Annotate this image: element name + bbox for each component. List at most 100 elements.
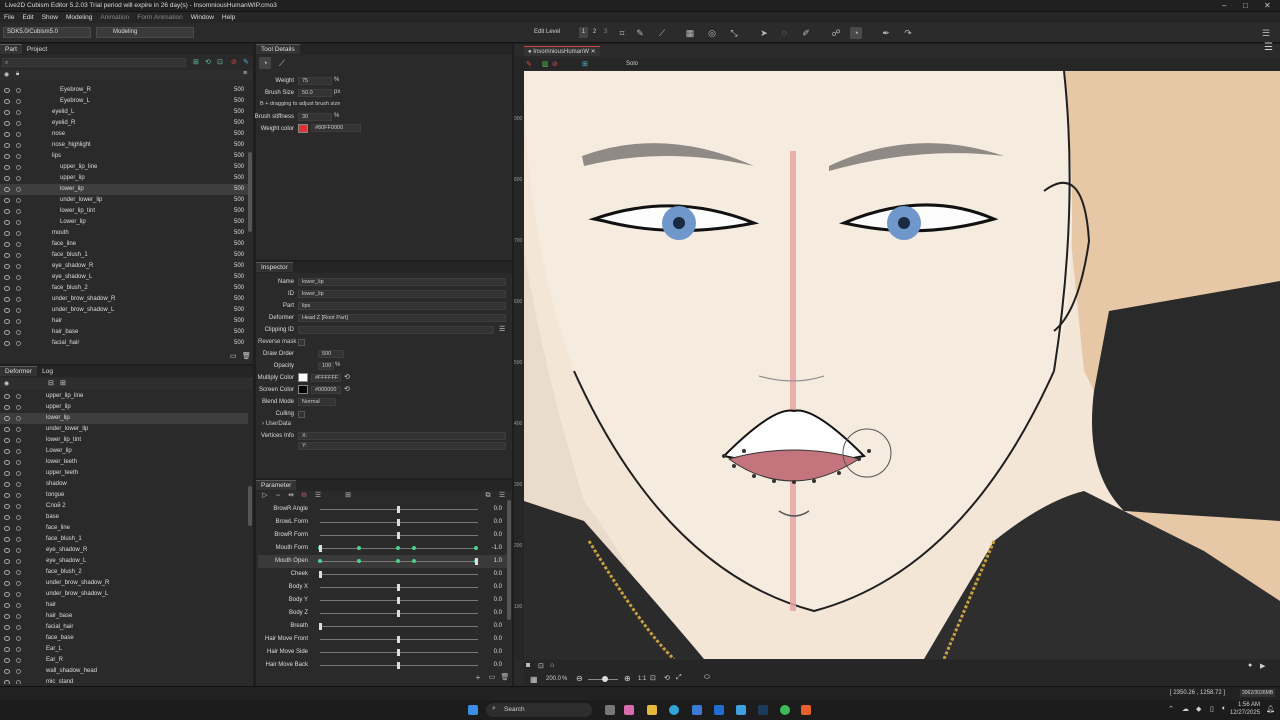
panel-menu-icon[interactable]: ☰ (1260, 27, 1272, 39)
eye-icon[interactable] (4, 165, 10, 170)
lock-icon[interactable] (16, 460, 21, 465)
rotate-icon[interactable]: ⟲ (664, 674, 670, 682)
eye-icon[interactable] (4, 581, 10, 586)
clock-date[interactable]: 12/27/2025 (1230, 710, 1260, 716)
userdata-expander[interactable]: › UserData (262, 421, 291, 427)
transform-icon[interactable]: ⤡ (728, 27, 740, 39)
view-bottom-icon-3[interactable]: ⌂ (550, 662, 554, 669)
deformer-row[interactable]: lower_teeth (0, 457, 248, 468)
eye-icon[interactable] (4, 143, 10, 148)
deformer-row[interactable]: facial_hair (0, 622, 248, 633)
parameter-row[interactable]: Body Y 0.0 (258, 594, 508, 607)
view-circle-icon[interactable]: ● (1248, 662, 1252, 669)
keyform-dot[interactable] (396, 559, 400, 563)
eye-icon[interactable] (4, 253, 10, 258)
param-list-icon[interactable]: ☰ (312, 490, 324, 502)
lock-icon[interactable] (16, 231, 21, 236)
weight-input[interactable]: 75 (298, 77, 332, 85)
lock-icon[interactable] (16, 253, 21, 258)
parameter-slider-knob[interactable] (397, 662, 400, 669)
tab-project[interactable]: Project (22, 45, 52, 55)
part-tool-icon-3[interactable]: ⊡ (217, 58, 223, 66)
weight-brush-mode-icon[interactable]: ⟋ (276, 57, 288, 69)
trash-icon[interactable]: 🗑︎ (242, 352, 251, 360)
tray-cloud-icon[interactable]: ☁ (1182, 705, 1189, 713)
taskbar-search-box[interactable]: ⌕ Search (486, 703, 592, 717)
lock-icon[interactable] (16, 319, 21, 324)
blend-mode-select[interactable]: Normal (298, 398, 336, 406)
auto-mesh-icon[interactable]: ✎ (634, 27, 646, 39)
mesh-brush-icon[interactable]: ⟋ (656, 27, 668, 39)
multiply-color-swatch[interactable] (298, 373, 308, 382)
part-tool-icon-2[interactable]: ⟲ (205, 58, 211, 66)
parameter-slider-knob[interactable] (397, 506, 400, 513)
tab-log[interactable]: Log (37, 367, 58, 377)
eye-icon[interactable] (4, 121, 10, 126)
lock-icon[interactable] (16, 669, 21, 674)
multiply-color-input[interactable]: #FFFFFF (311, 374, 341, 382)
arrow-tool-icon[interactable]: ➤ (758, 27, 770, 39)
eye-icon[interactable] (4, 680, 10, 684)
eye-icon[interactable] (4, 154, 10, 159)
eyedropper-icon[interactable]: ✒ (880, 27, 892, 39)
lock-icon[interactable] (16, 625, 21, 630)
eye-icon[interactable] (4, 526, 10, 531)
eye-icon[interactable] (4, 110, 10, 115)
eye-icon[interactable] (4, 132, 10, 137)
eye-icon[interactable] (4, 264, 10, 269)
deformer-row[interactable]: under_lower_lip (0, 424, 248, 435)
eye-icon[interactable] (4, 405, 10, 410)
eye-icon[interactable] (4, 220, 10, 225)
eye-icon[interactable] (4, 187, 10, 192)
deformer-tree-icon[interactable]: ⊞ (60, 379, 66, 387)
screen-reset-icon[interactable]: ⟲ (344, 385, 350, 393)
part-scrollbar[interactable] (248, 152, 252, 232)
mode-select[interactable]: Modeling (96, 27, 194, 38)
eye-icon[interactable] (4, 341, 10, 346)
part-row[interactable]: mouth 500 (0, 228, 250, 239)
lock-icon[interactable] (16, 132, 21, 137)
part-row[interactable]: eyelid_L 500 (0, 107, 250, 118)
lock-icon[interactable] (16, 427, 21, 432)
tab-deformer[interactable]: Deformer (0, 366, 38, 376)
menu-file[interactable]: File (0, 12, 18, 23)
chrome-icon[interactable] (780, 705, 790, 715)
lock-icon[interactable] (16, 537, 21, 542)
eye-icon[interactable] (4, 636, 10, 641)
name-input[interactable]: lower_lip (298, 278, 506, 286)
parameter-slider-knob[interactable] (319, 571, 322, 578)
parameter-value[interactable]: -1.0 (492, 545, 502, 551)
deformer-scrollbar[interactable] (248, 486, 252, 526)
solo-label[interactable]: Solo (626, 61, 638, 67)
live2d-icon[interactable] (801, 705, 811, 715)
part-delete-icon[interactable]: ⊘ (231, 58, 237, 66)
part-row[interactable]: upper_lip 500 (0, 173, 250, 184)
lock-icon[interactable] (16, 330, 21, 335)
part-tool-icon-1[interactable]: ⊞ (193, 58, 199, 66)
deformer-row[interactable]: wall_shadow_head (0, 666, 248, 677)
lock-icon[interactable] (16, 416, 21, 421)
lock-icon[interactable] (16, 110, 21, 115)
deformer-row[interactable]: eye_shadow_L (0, 556, 248, 567)
part-row[interactable]: Lower_lip 500 (0, 217, 250, 228)
parameter-slider-knob[interactable] (397, 610, 400, 617)
keyform-dot[interactable] (411, 559, 416, 563)
eye-icon[interactable] (4, 438, 10, 443)
reset-icon[interactable]: ⤢ (676, 674, 682, 682)
lock-icon[interactable] (16, 143, 21, 148)
part-row[interactable]: lower_lip 500 (0, 184, 250, 195)
eye-icon[interactable] (4, 99, 10, 104)
task-view-icon[interactable] (605, 705, 615, 715)
part-pin-icon[interactable]: ✎ (243, 58, 249, 66)
deformer-row[interactable]: hair (0, 600, 248, 611)
lock-icon[interactable] (16, 680, 21, 684)
parameter-slider-knob[interactable] (397, 519, 400, 526)
part-row[interactable]: facial_hair 500 (0, 338, 250, 349)
parameter-value[interactable]: 1.0 (494, 558, 502, 564)
sdk-select[interactable]: SDK5.0/Cubism5.0 (3, 27, 91, 38)
lock-icon[interactable] (16, 515, 21, 520)
eye-icon[interactable] (4, 176, 10, 181)
eye-icon[interactable] (4, 669, 10, 674)
lock-icon[interactable] (16, 297, 21, 302)
menu-show[interactable]: Show (38, 12, 62, 23)
